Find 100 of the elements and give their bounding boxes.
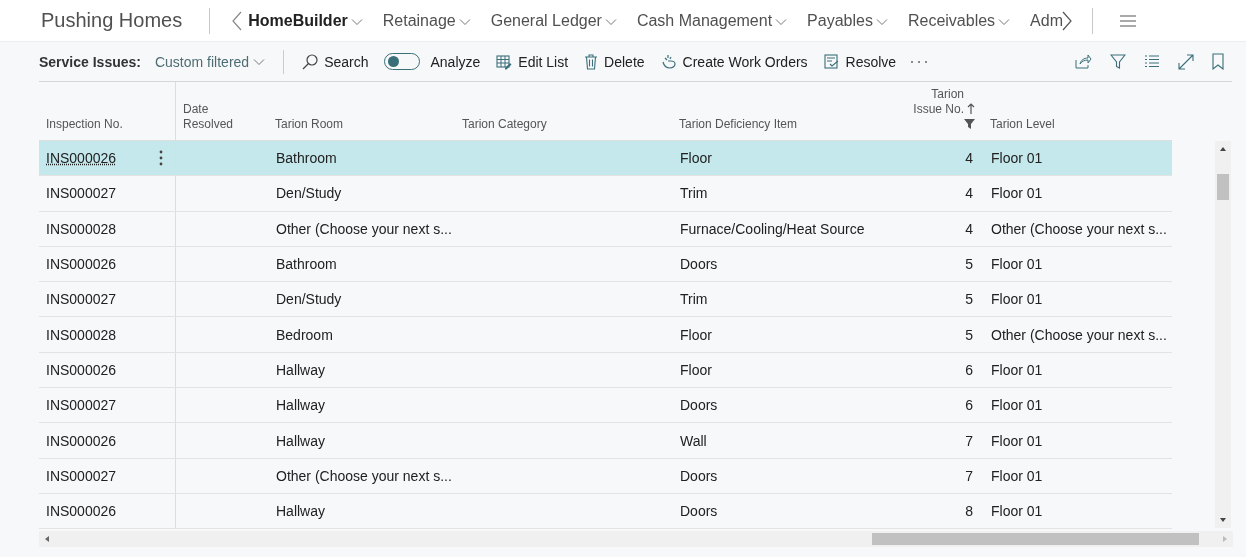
inspection-link[interactable]: INS000027 [46,185,117,202]
table-cell: 7 [965,432,973,449]
chevron-down-icon [875,18,888,26]
vertical-scrollbar[interactable] [1215,141,1231,528]
column-header[interactable]: Tarion Room [275,117,344,132]
bookmark-icon[interactable] [1212,53,1224,70]
table-cell: 8 [965,503,973,520]
table-row[interactable]: INS000027 Hallway Doors 6 Floor 01 [39,388,1172,424]
page-title: Service Issues: [39,53,141,70]
column-header[interactable]: Tarion Issue No. [900,87,964,117]
table-cell: 7 [965,467,973,484]
chevron-down-icon [350,18,363,26]
table-row[interactable]: INS000026 Hallway Floor 6 Floor 01 [39,352,1172,389]
inspection-link[interactable]: INS000026 [46,150,117,167]
toolbar-button[interactable]: Edit List [488,46,577,77]
table-cell: Other (Choose your next s... [276,220,452,237]
horizontal-scrollbar[interactable] [39,531,1233,548]
chevron-down-icon [604,18,617,26]
table-cell: Furnace/Cooling/Heat Source [680,220,865,237]
table-cell: Floor 01 [991,432,1043,449]
table-cell: Hallway [276,432,325,449]
sparkle-hand-icon [660,53,677,70]
table-cell: 6 [965,361,973,378]
nav-menu[interactable]: Cash Management [636,11,788,30]
table-row[interactable]: INS000026 Bathroom Floor 4 Floor 01 [39,141,1172,177]
table-cell: Floor 01 [991,256,1043,273]
inspection-link[interactable]: INS000026 [46,432,117,449]
toolbar-button[interactable]: Delete [576,46,653,77]
scroll-left-icon[interactable] [232,10,243,31]
scroll-thumb[interactable] [1217,174,1229,200]
table-cell: Trim [680,291,708,308]
analyze-toggle[interactable]: Analyze [376,46,489,77]
table-cell: Doors [680,256,718,273]
toolbar-button[interactable]: Resolve [815,46,905,77]
more-options-icon[interactable] [159,150,163,167]
nav-menu[interactable]: Receivables [907,11,1011,30]
view-dropdown[interactable]: Custom filtered [154,53,266,70]
table-row[interactable]: INS000028 Bedroom Floor 5 Other (Choose your next s... [39,317,1172,353]
nav-menu[interactable]: Payables [807,11,888,30]
table-cell: Trim [680,185,708,202]
table-cell: 5 [965,326,973,343]
column-header[interactable]: Tarion Deficiency Item [679,117,798,132]
table-cell: 4 [965,150,973,167]
table-cell: Doors [680,397,718,414]
inspection-link[interactable]: INS000027 [46,397,117,414]
table-cell: Doors [680,467,718,484]
table-cell: 5 [965,256,973,273]
nav-menu[interactable]: General Ledger [490,11,617,30]
table-row[interactable]: INS000028 Other (Choose your next s... Furnace/Cooling/Heat Source 4 Other (Choose your next s... [39,211,1172,247]
scroll-down-icon[interactable] [1219,517,1227,523]
toolbar-button[interactable]: Search [294,46,377,77]
inspection-link[interactable]: INS000026 [46,361,117,378]
inspection-link[interactable]: INS000028 [46,220,117,237]
more-icon[interactable] [910,59,929,64]
table-cell: Floor [680,326,712,343]
nav-menu[interactable]: Adm [1030,11,1063,30]
table-cell: Den/Study [276,291,342,308]
column-header[interactable]: Date Resolved [183,102,261,132]
inspection-link[interactable]: INS000027 [46,291,117,308]
menu-icon[interactable] [1119,14,1137,27]
trash-icon [584,53,599,70]
table-row[interactable]: INS000026 Hallway Doors 8 Floor 01 [39,493,1172,530]
column-header[interactable]: Inspection No. [46,117,123,132]
filter-icon[interactable] [1110,53,1126,70]
table-row[interactable]: INS000027 Den/Study Trim 5 Floor 01 [39,282,1172,318]
inspection-link[interactable]: INS000027 [46,467,117,484]
table-cell: Bathroom [276,150,337,167]
chevron-down-icon [458,18,471,26]
inspection-link[interactable]: INS000026 [46,256,117,273]
table-cell: Den/Study [276,185,342,202]
scroll-thumb[interactable] [872,533,1199,546]
table-cell: Floor 01 [991,467,1043,484]
table-row[interactable]: INS000027 Other (Choose your next s... Doors 7 Floor 01 [39,458,1172,494]
table-row[interactable]: INS000026 Hallway Wall 7 Floor 01 [39,423,1172,459]
table-row[interactable]: INS000026 Bathroom Doors 5 Floor 01 [39,246,1172,283]
toolbar-button[interactable]: Create Work Orders [652,46,816,77]
table-cell: Hallway [276,503,325,520]
scroll-up-icon[interactable] [1219,146,1227,152]
column-header[interactable]: Tarion Level [990,117,1055,132]
inspection-link[interactable]: INS000026 [46,503,117,520]
table-cell: Bathroom [276,256,337,273]
table-cell: Floor [680,361,712,378]
scroll-left-icon[interactable] [44,535,50,544]
table-cell: Other (Choose your next s... [991,326,1167,343]
chevron-down-icon [253,57,266,66]
table-row[interactable]: INS000027 Den/Study Trim 4 Floor 01 [39,176,1172,212]
list-icon[interactable] [1144,55,1160,68]
table-cell: Doors [680,503,718,520]
table-cell: Floor 01 [991,150,1043,167]
inspection-link[interactable]: INS000028 [46,326,117,343]
share-icon[interactable] [1075,54,1092,69]
column-header[interactable]: Tarion Category [462,117,547,132]
nav-menu[interactable]: Retainage [382,11,471,30]
nav-menu[interactable]: HomeBuilder [248,11,363,30]
table-cell: Floor 01 [991,503,1043,520]
edit-list-icon [496,53,513,70]
table-cell: Floor [680,150,712,167]
expand-icon[interactable] [1178,53,1194,70]
scroll-right-icon[interactable] [1062,10,1072,31]
table-cell: Hallway [276,361,325,378]
